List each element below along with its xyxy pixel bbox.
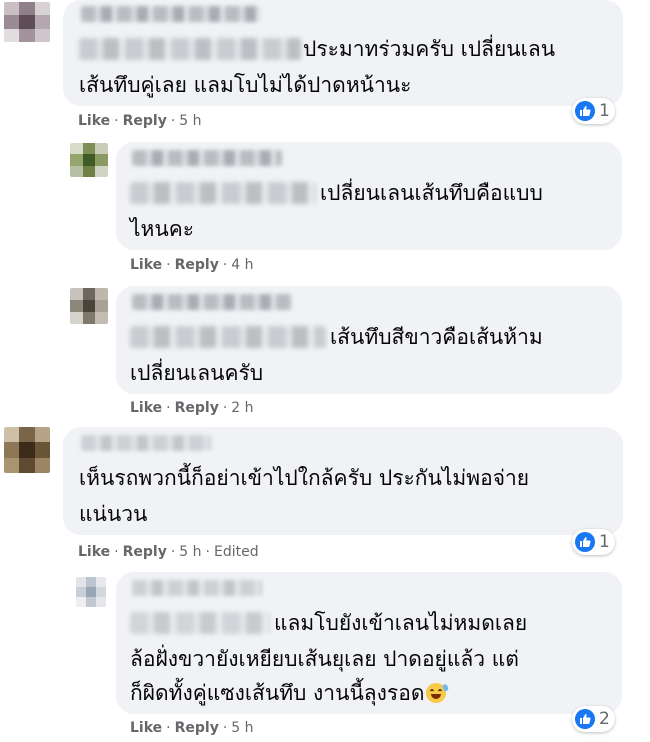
timestamp[interactable]: 5 h: [231, 720, 253, 736]
timestamp[interactable]: 2 h: [231, 400, 253, 416]
like-button[interactable]: Like: [130, 400, 162, 416]
separator: ·: [170, 544, 176, 560]
like-button[interactable]: Like: [78, 544, 110, 560]
comment-text: เปลี่ยนเลนเส้นทึบคือแบบ: [320, 181, 543, 205]
blurred-tag: [130, 612, 270, 634]
comment-text: เห็นรถพวกนี้ก็อย่าเข้าไปใกล้ครับ ประกันไ…: [79, 466, 530, 490]
comment-text: แลมโบยังเข้าเลนไม่หมดเลย: [274, 611, 528, 635]
avatar[interactable]: [70, 143, 108, 177]
comment-text: เส้นทึบคู่เลย แลมโบไม่ได้ปาดหน้านะ: [79, 73, 412, 97]
like-icon: [575, 709, 595, 729]
comment-actions: Like · Reply · 5 h: [78, 113, 202, 129]
sweat-smile-emoji: [426, 683, 450, 703]
avatar[interactable]: [76, 577, 106, 607]
comment-actions: Like · Reply · 5 h: [130, 720, 254, 736]
blurred-author-name: [132, 150, 282, 166]
blurred-tag: [130, 326, 326, 348]
comment-text: เส้นทึบสีขาวคือเส้นห้าม: [330, 325, 543, 349]
comment-actions: Like · Reply · 4 h: [130, 257, 254, 273]
reply-button[interactable]: Reply: [175, 257, 219, 273]
separator: ·: [222, 257, 228, 273]
reaction-count[interactable]: 2: [572, 706, 615, 732]
separator: ·: [114, 113, 119, 129]
reaction-count-value: 1: [599, 532, 610, 552]
comment-text: แน่นวน: [79, 502, 148, 526]
timestamp[interactable]: 5 h: [179, 544, 201, 560]
comment-bubble: เปลี่ยนเลนเส้นทึบคือแบบ ไหนคะ: [116, 142, 622, 250]
comment-actions: Like · Reply · 5 h · Edited: [78, 544, 259, 560]
comment-bubble: เส้นทึบสีขาวคือเส้นห้าม เปลี่ยนเลนครับ: [116, 286, 622, 394]
like-button[interactable]: Like: [130, 257, 162, 273]
comment-text: เปลี่ยนเลนครับ: [130, 361, 264, 385]
separator: ·: [205, 544, 210, 560]
avatar[interactable]: [4, 427, 50, 473]
blurred-author-name: [81, 435, 211, 451]
like-button[interactable]: Like: [78, 113, 110, 129]
comment-text: ประมาทร่วมครับ เปลี่ยนเลน: [303, 37, 556, 61]
timestamp[interactable]: 4 h: [231, 257, 253, 273]
comment-bubble: ประมาทร่วมครับ เปลี่ยนเลน เส้นทึบคู่เลย …: [63, 0, 623, 106]
reply-button[interactable]: Reply: [123, 113, 167, 129]
reaction-count[interactable]: 1: [572, 529, 615, 555]
like-button[interactable]: Like: [130, 720, 162, 736]
comment-bubble: แลมโบยังเข้าเลนไม่หมดเลย ล้อฝั่งขวายังเห…: [116, 572, 622, 714]
reply-button[interactable]: Reply: [175, 720, 219, 736]
separator: ·: [166, 257, 171, 273]
reply-button[interactable]: Reply: [175, 400, 219, 416]
reaction-count-value: 1: [599, 101, 610, 121]
separator: ·: [222, 400, 228, 416]
comment-text: ก็ผิดทั้งคู่แซงเส้นทึบ งานนี้ลุงรอด: [130, 676, 450, 710]
blurred-tag: [130, 182, 316, 204]
separator: ·: [170, 113, 176, 129]
like-icon: [575, 101, 595, 121]
separator: ·: [166, 720, 171, 736]
edited-label[interactable]: Edited: [214, 544, 259, 560]
comment-actions: Like · Reply · 2 h: [130, 400, 254, 416]
like-icon: [575, 532, 595, 552]
timestamp[interactable]: 5 h: [179, 113, 201, 129]
separator: ·: [166, 400, 171, 416]
blurred-author-name: [81, 6, 261, 22]
separator: ·: [114, 544, 119, 560]
reaction-count-value: 2: [599, 709, 610, 729]
avatar[interactable]: [4, 2, 50, 42]
avatar[interactable]: [70, 288, 108, 324]
comment-text: ล้อฝั่งขวายังเหยียบเส้นยุเลย ปาดอยู่แล้ว…: [130, 647, 519, 671]
comment-text-line: ก็ผิดทั้งคู่แซงเส้นทึบ งานนี้ลุงรอด: [130, 681, 425, 705]
reaction-count[interactable]: 1: [572, 98, 615, 124]
blurred-author-name: [132, 580, 262, 596]
blurred-author-name: [132, 294, 292, 310]
blurred-tag: [79, 38, 301, 60]
separator: ·: [222, 720, 228, 736]
comment-bubble: เห็นรถพวกนี้ก็อย่าเข้าไปใกล้ครับ ประกันไ…: [63, 427, 623, 535]
reply-button[interactable]: Reply: [123, 544, 167, 560]
comment-text: ไหนคะ: [130, 217, 195, 241]
